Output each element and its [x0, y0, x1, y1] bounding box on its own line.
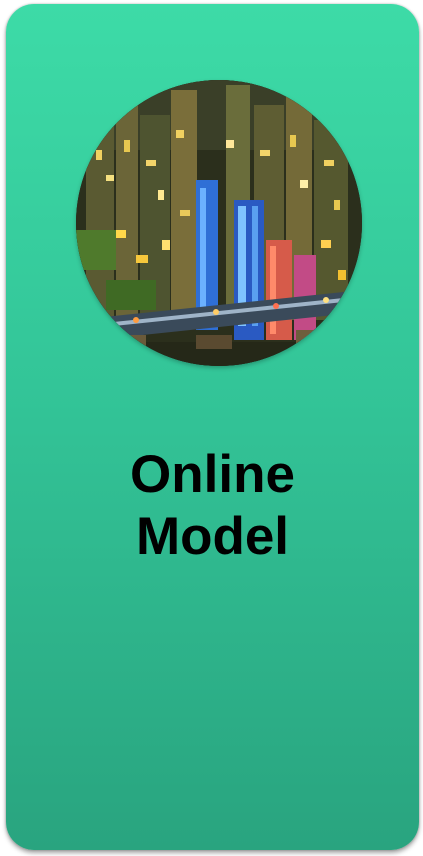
tile-title: Online Model	[6, 444, 419, 568]
tile-title-line1: Online	[130, 445, 295, 504]
city-night-skyline-image	[76, 80, 362, 366]
tile-title-line2: Model	[135, 507, 290, 566]
online-model-tile[interactable]: Online Model	[6, 4, 419, 850]
